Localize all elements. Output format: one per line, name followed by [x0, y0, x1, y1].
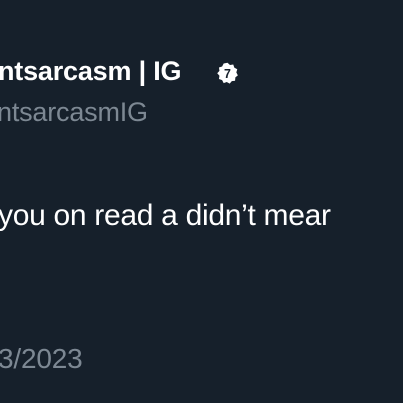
- display-name[interactable]: ntsarcasm | IG: [0, 56, 182, 87]
- tweet-card: ntsarcasm | IG 7 ntsarcasmIG you on read…: [0, 0, 403, 403]
- user-handle[interactable]: ntsarcasmIG: [0, 97, 148, 128]
- tweet-timestamp[interactable]: 3/2023: [0, 343, 83, 375]
- badge-number: 7: [224, 67, 231, 81]
- number-badge-icon: 7: [217, 62, 238, 84]
- tweet-text: you on read a didn’t mear: [0, 199, 331, 232]
